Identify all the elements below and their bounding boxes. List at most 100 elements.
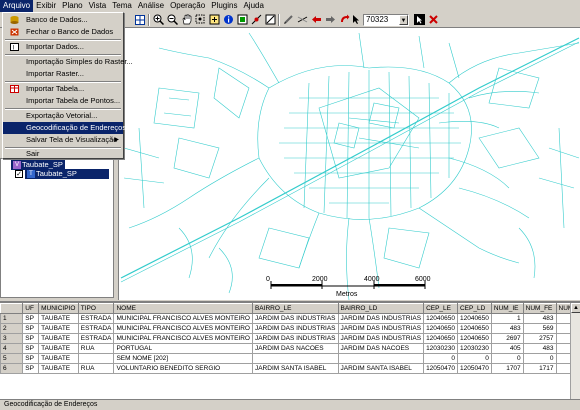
table-cell[interactable]: 569 bbox=[522, 323, 557, 334]
table-cell[interactable]: 12040650 bbox=[456, 323, 492, 334]
menu-tema[interactable]: Tema bbox=[109, 0, 135, 12]
table-row[interactable]: 1 SP TAUBATE ESTRADA MUNICIPAL FRANCISCO ALV… bbox=[0, 313, 580, 324]
menu-item-importar-tabela-pontos[interactable]: Importar Tabela de Pontos... bbox=[3, 95, 123, 107]
grid-view-icon[interactable] bbox=[134, 13, 146, 26]
table-cell[interactable]: SP bbox=[22, 343, 40, 354]
table-cell[interactable]: RUA bbox=[77, 343, 115, 354]
table-cell[interactable]: JARDIM DAS INDUSTRIAS bbox=[251, 323, 339, 334]
map-canvas[interactable]: 0 2000 4000 6000 Metros bbox=[118, 28, 580, 300]
table-cell[interactable] bbox=[337, 353, 425, 364]
table-cell[interactable]: TAUBATE bbox=[38, 353, 79, 364]
select-icon[interactable] bbox=[236, 13, 248, 26]
table-cell[interactable]: 12040650 bbox=[456, 333, 492, 344]
table-cell[interactable]: 0 bbox=[490, 353, 524, 364]
delete-cross-icon[interactable] bbox=[427, 13, 439, 26]
menu-item-salvar-tela[interactable]: Salvar Tela de Visualização ▶ bbox=[3, 134, 123, 146]
table-cell[interactable]: SP bbox=[22, 323, 40, 334]
table-cell[interactable]: PORTUGAL bbox=[113, 343, 253, 354]
table-cell[interactable]: 1707 bbox=[490, 363, 524, 374]
column-header[interactable] bbox=[0, 303, 24, 314]
column-header[interactable]: BAIRRO_LD bbox=[337, 303, 425, 314]
snap-icon[interactable] bbox=[250, 13, 262, 26]
table-cell[interactable]: 483 bbox=[490, 323, 524, 334]
table-cell[interactable]: 2757 bbox=[522, 333, 557, 344]
table-row[interactable]: 6 SP TAUBATE RUA VOLUNTARIO BENEDITO SERGIO J… bbox=[0, 363, 580, 374]
table-cell[interactable]: 3 bbox=[0, 333, 24, 344]
table-cell[interactable]: ESTRADA bbox=[77, 323, 115, 334]
pointer-icon[interactable] bbox=[350, 13, 362, 26]
table-row[interactable]: 4 SP TAUBATE RUA PORTUGAL JARDIM DAS NACOES JA… bbox=[0, 343, 580, 354]
table-cell[interactable]: 405 bbox=[490, 343, 524, 354]
table-cell[interactable]: JARDIM DAS INDUSTRIAS bbox=[337, 313, 425, 324]
table-cell[interactable]: MUNICIPAL FRANCISCO ALVES MONTEIRO bbox=[113, 333, 253, 344]
table-cell[interactable]: 6 bbox=[0, 363, 24, 374]
menu-item-exportacao-vetorial[interactable]: Exportação Vetorial... bbox=[3, 110, 123, 122]
menu-item-importacao-simples-raster[interactable]: Importação Simples do Raster... bbox=[3, 56, 133, 68]
forward-arrow-icon[interactable] bbox=[324, 13, 336, 26]
table-cell[interactable]: 2697 bbox=[490, 333, 524, 344]
table-cell[interactable]: ESTRADA bbox=[77, 313, 115, 324]
back-arrow-icon[interactable] bbox=[310, 13, 322, 26]
table-cell[interactable]: 1 bbox=[0, 313, 24, 324]
column-header[interactable]: UF bbox=[22, 303, 40, 314]
table-cell[interactable]: SP bbox=[22, 353, 40, 364]
table-cell[interactable]: 12040650 bbox=[423, 323, 458, 334]
menu-plugins[interactable]: Plugins bbox=[208, 0, 240, 12]
table-cell[interactable]: JARDIM DAS NACOES bbox=[251, 343, 339, 354]
scroll-up-icon[interactable]: ▲ bbox=[571, 303, 580, 313]
menu-exibir[interactable]: Exibir bbox=[33, 0, 59, 12]
table-row[interactable]: 2 SP TAUBATE ESTRADA MUNICIPAL FRANCISCO ALV… bbox=[0, 323, 580, 334]
table-cell[interactable]: SP bbox=[22, 313, 40, 324]
menu-item-sair[interactable]: Sair bbox=[3, 148, 123, 159]
table-cell[interactable]: JARDIM DAS INDUSTRIAS bbox=[337, 323, 425, 334]
column-header[interactable]: NOME bbox=[113, 303, 253, 314]
table-cell[interactable]: JARDIM DAS NACOES bbox=[337, 343, 425, 354]
menu-item-importar-raster[interactable]: Importar Raster... bbox=[3, 68, 123, 80]
info-icon[interactable] bbox=[222, 13, 234, 26]
table-cell[interactable]: TAUBATE bbox=[38, 343, 79, 354]
menu-analise[interactable]: Análise bbox=[135, 0, 167, 12]
distance-icon[interactable] bbox=[264, 13, 276, 26]
column-header[interactable]: CEP_LE bbox=[423, 303, 458, 314]
table-cell[interactable]: 4 bbox=[0, 343, 24, 354]
menu-item-importar-tabela[interactable]: Importar Tabela... bbox=[3, 83, 123, 95]
zoom-in-icon[interactable] bbox=[152, 13, 164, 26]
menu-vista[interactable]: Vista bbox=[86, 0, 110, 12]
column-header[interactable]: NUM_IE bbox=[490, 303, 524, 314]
menu-ajuda[interactable]: Ajuda bbox=[240, 0, 266, 12]
pan-hand-icon[interactable] bbox=[180, 13, 192, 26]
column-header[interactable]: MUNICIPIO bbox=[38, 303, 79, 314]
table-cell[interactable]: 0 bbox=[456, 353, 492, 364]
table-cell[interactable]: JARDIM SANTA ISABEL bbox=[251, 363, 339, 374]
table-cell[interactable]: JARDIM DAS INDUSTRIAS bbox=[251, 333, 339, 344]
table-cell[interactable]: 0 bbox=[522, 353, 557, 364]
table-row[interactable]: 3 SP TAUBATE ESTRADA MUNICIPAL FRANCISCO ALV… bbox=[0, 333, 580, 344]
scale-combo[interactable]: 70323 ▼ bbox=[363, 14, 409, 26]
table-scrollbar[interactable]: ▲ bbox=[570, 303, 580, 399]
table-cell[interactable]: JARDIM SANTA ISABEL bbox=[337, 363, 425, 374]
ruler-icon[interactable] bbox=[296, 13, 308, 26]
table-cell[interactable]: 2 bbox=[0, 323, 24, 334]
menu-item-banco-de-dados[interactable]: Banco de Dados... bbox=[3, 14, 123, 26]
combo-arrow-icon[interactable]: ▼ bbox=[399, 15, 408, 25]
table-cell[interactable]: 5 bbox=[0, 353, 24, 364]
table-cell[interactable] bbox=[77, 353, 115, 364]
table-cell[interactable]: MUNICIPAL FRANCISCO ALVES MONTEIRO bbox=[113, 313, 253, 324]
table-cell[interactable]: SP bbox=[22, 333, 40, 344]
zoom-extent-icon[interactable] bbox=[208, 13, 220, 26]
table-cell[interactable]: ESTRADA bbox=[77, 333, 115, 344]
table-cell[interactable]: MUNICIPAL FRANCISCO ALVES MONTEIRO bbox=[113, 323, 253, 334]
table-cell[interactable]: 12030230 bbox=[456, 343, 492, 354]
table-cell[interactable]: 12050470 bbox=[456, 363, 492, 374]
column-header[interactable]: TIPO bbox=[77, 303, 115, 314]
table-cell[interactable]: 483 bbox=[522, 343, 557, 354]
menu-operacao[interactable]: Operação bbox=[167, 0, 208, 12]
tree-theme-node[interactable]: T Taubate_SP bbox=[25, 169, 109, 179]
theme-checkbox[interactable]: ✓ bbox=[15, 170, 23, 178]
table-cell[interactable]: 1717 bbox=[522, 363, 557, 374]
table-cell[interactable]: 12030230 bbox=[423, 343, 458, 354]
table-cell[interactable]: SEM NOME [202] bbox=[113, 353, 253, 364]
menu-plano[interactable]: Plano bbox=[59, 0, 85, 12]
zoom-window-icon[interactable] bbox=[194, 13, 206, 26]
column-header[interactable]: BAIRRO_LE bbox=[251, 303, 339, 314]
